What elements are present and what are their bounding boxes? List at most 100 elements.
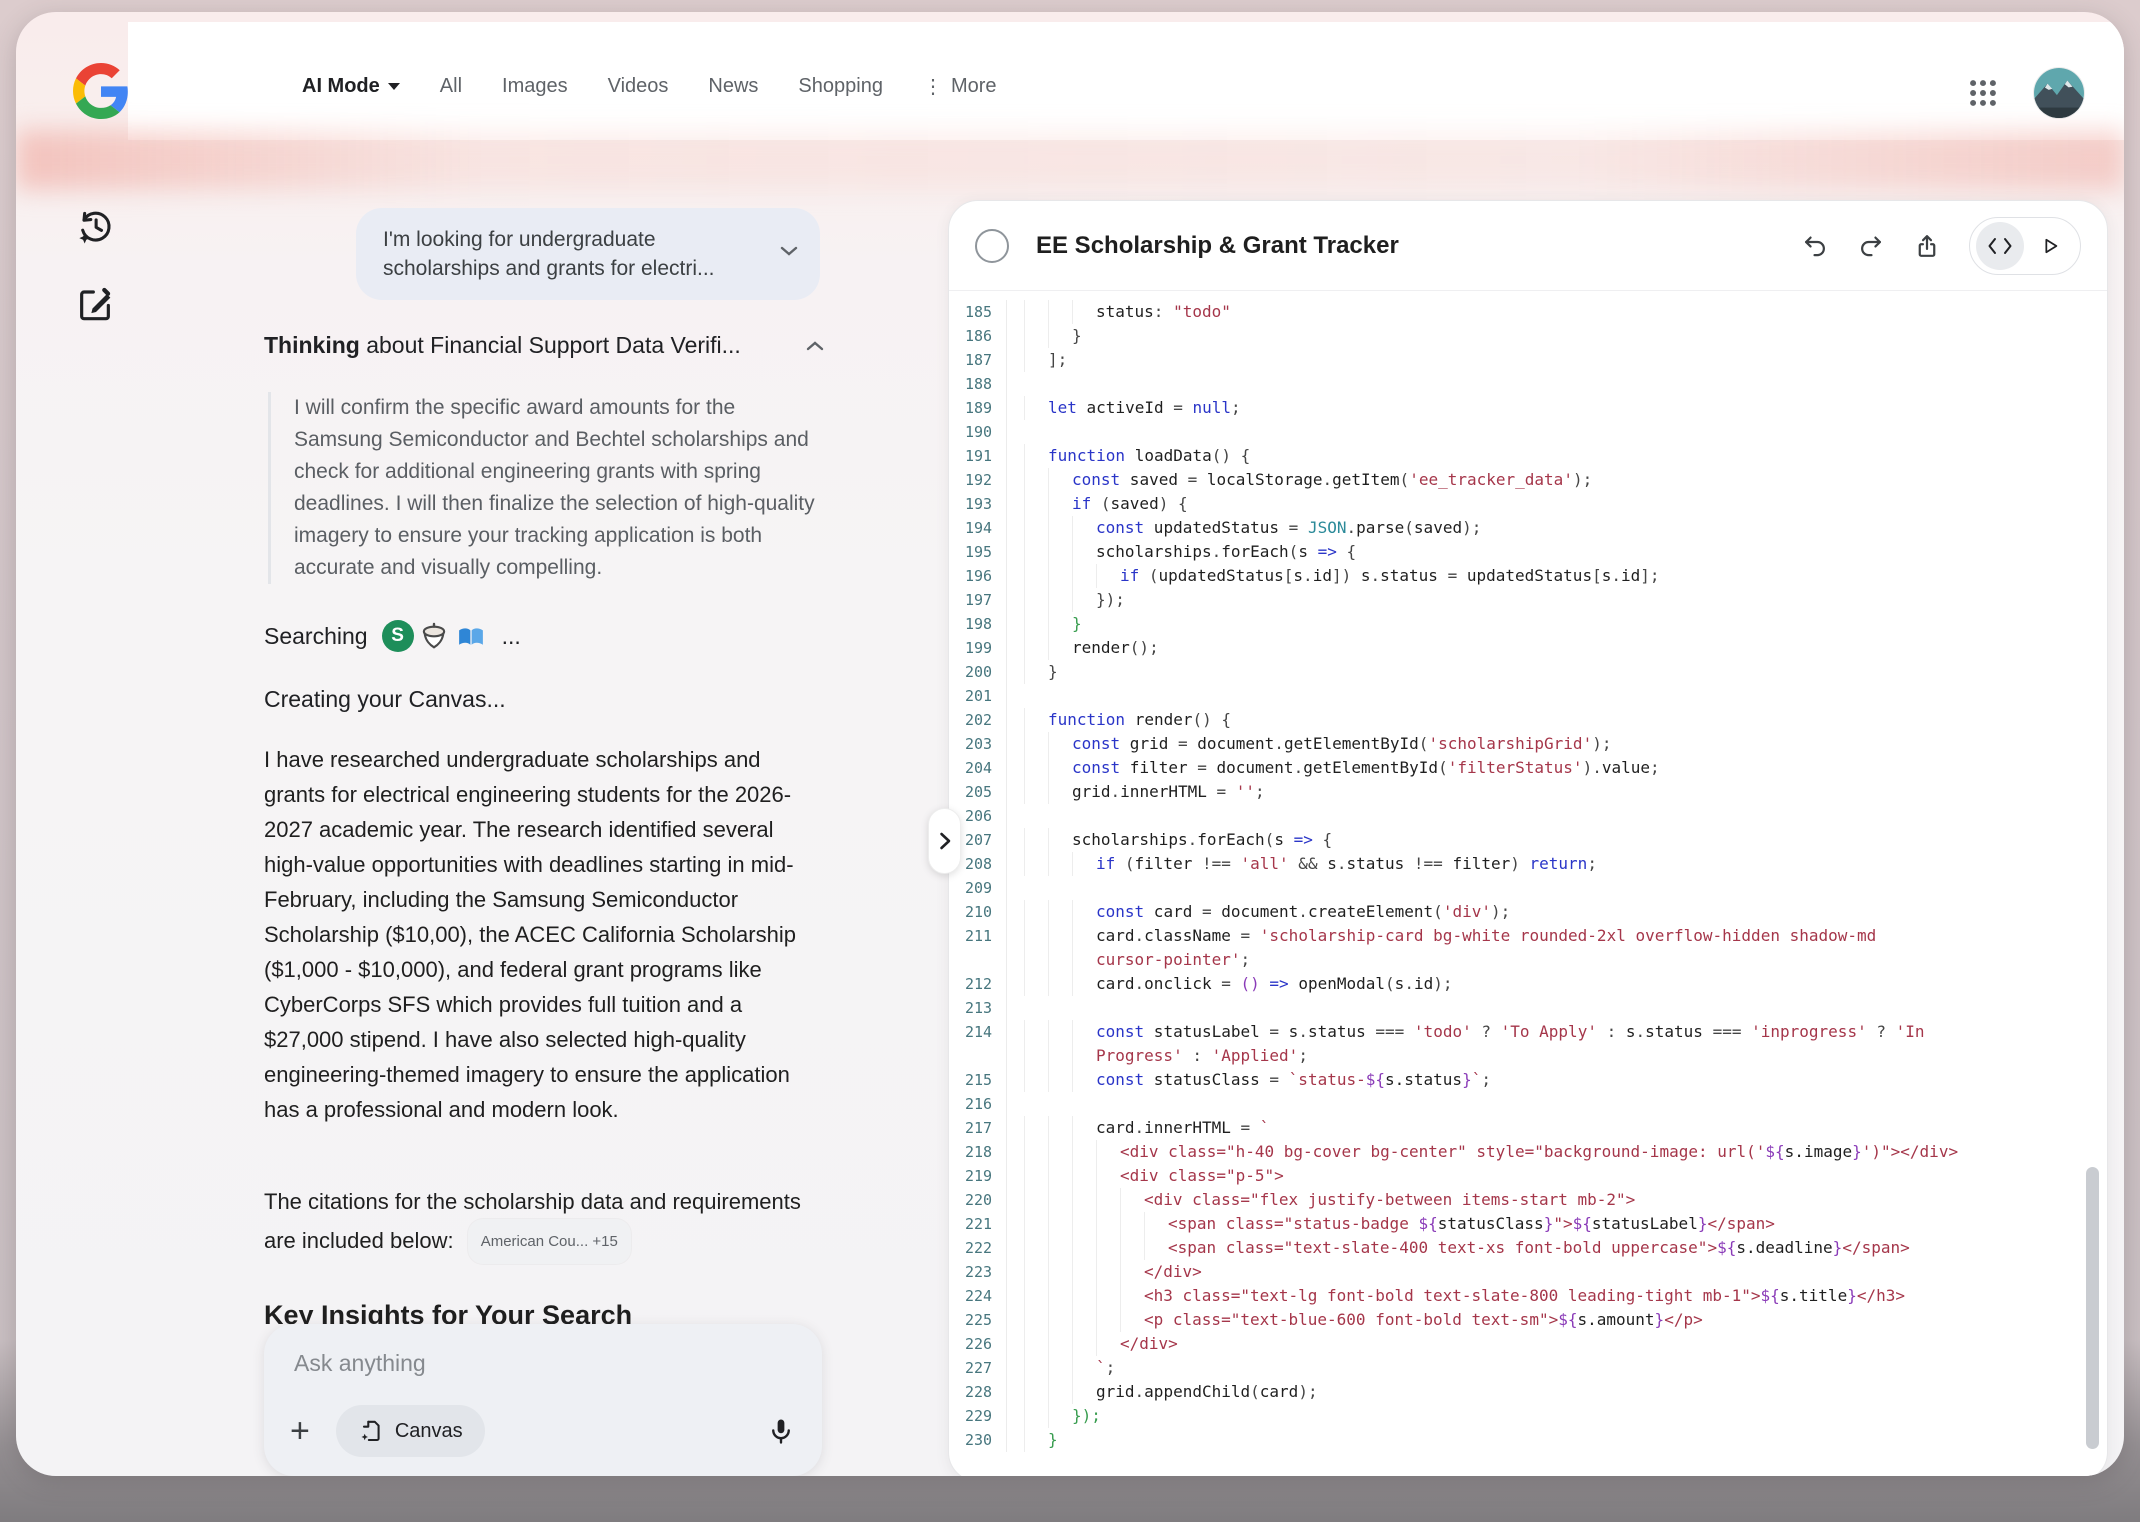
- code-line: 189let activeId = null;: [949, 396, 2103, 420]
- ai-summary-paragraph: I have researched undergraduate scholars…: [264, 742, 824, 1127]
- favicon-s-icon: S: [382, 620, 414, 652]
- nav-item-ai-mode[interactable]: AI Mode: [302, 75, 400, 98]
- code-text: <p class="text-blue-600 font-bold text-s…: [1024, 1308, 1713, 1332]
- code-line: 228grid.appendChild(card);: [949, 1380, 2103, 1404]
- scrollbar-thumb[interactable]: [2086, 1167, 2099, 1449]
- code-line: 202function render() {: [949, 708, 2103, 732]
- code-editor[interactable]: 185status: "todo"186}187];188189let acti…: [949, 292, 2103, 1467]
- code-text: const statusLabel = s.status === 'todo' …: [1024, 1020, 1935, 1044]
- code-line: 227`;: [949, 1356, 2103, 1380]
- code-text: [1024, 876, 1034, 900]
- code-line: 203const grid = document.getElementById(…: [949, 732, 2103, 756]
- code-view-button[interactable]: [1976, 222, 2024, 270]
- code-line: 220<div class="flex justify-between item…: [949, 1188, 2103, 1212]
- caret-down-icon: [388, 83, 400, 90]
- google-logo[interactable]: [72, 62, 130, 120]
- nav-item-more[interactable]: ⋮More: [923, 74, 997, 99]
- code-text: if (saved) {: [1024, 492, 1198, 516]
- code-line: 190: [949, 420, 2103, 444]
- code-text: if (updatedStatus[s.id]) s.status = upda…: [1024, 564, 1670, 588]
- citations-line: The citations for the scholarship data a…: [264, 1184, 830, 1264]
- share-icon[interactable]: [1913, 232, 1941, 260]
- code-line: 213: [949, 996, 2103, 1020]
- nav-item-all[interactable]: All: [440, 75, 462, 98]
- chevron-down-icon[interactable]: [778, 244, 800, 258]
- favicon-book-icon: [454, 621, 488, 651]
- line-number: 217: [949, 1116, 1007, 1140]
- code-text: <div class="h-40 bg-cover bg-center" sty…: [1024, 1140, 1968, 1164]
- apps-grid-icon[interactable]: [1966, 76, 2000, 110]
- ask-input[interactable]: Ask anything: [294, 1350, 426, 1377]
- line-number: 197: [949, 588, 1007, 612]
- line-number: 219: [949, 1164, 1007, 1188]
- chevron-up-icon[interactable]: [804, 339, 826, 353]
- compose-icon[interactable]: [72, 280, 118, 326]
- code-line: 196if (updatedStatus[s.id]) s.status = u…: [949, 564, 2103, 588]
- nav-item-label: AI Mode: [302, 75, 380, 98]
- code-text: cursor-pointer';: [1024, 948, 1260, 972]
- line-number: 218: [949, 1140, 1007, 1164]
- code-text: function loadData() {: [1024, 444, 1260, 468]
- plus-icon[interactable]: +: [290, 1414, 310, 1448]
- line-number: 198: [949, 612, 1007, 636]
- line-number: 223: [949, 1260, 1007, 1284]
- code-text: ];: [1024, 348, 1077, 372]
- code-text: `;: [1024, 1356, 1125, 1380]
- history-icon[interactable]: [72, 204, 118, 250]
- line-number: 228: [949, 1380, 1007, 1404]
- line-number: 205: [949, 780, 1007, 804]
- canvas-button[interactable]: Canvas: [336, 1405, 485, 1457]
- line-number: 195: [949, 540, 1007, 564]
- preview-play-button[interactable]: [2026, 222, 2074, 270]
- line-number: 225: [949, 1308, 1007, 1332]
- code-line: 194const updatedStatus = JSON.parse(save…: [949, 516, 2103, 540]
- creating-canvas-status: Creating your Canvas...: [264, 686, 506, 713]
- code-line: 225 <p class="text-blue-600 font-bold tex…: [949, 1308, 2103, 1332]
- nav-item-news[interactable]: News: [708, 75, 758, 98]
- code-text: const card = document.createElement('div…: [1024, 900, 1520, 924]
- code-line: 186}: [949, 324, 2103, 348]
- panel-expand-button[interactable]: [928, 808, 961, 874]
- code-line: 210const card = document.createElement('…: [949, 900, 2103, 924]
- code-text: }: [1024, 612, 1092, 636]
- line-number: 189: [949, 396, 1007, 420]
- code-line: 221<span class="status-badge ${statusCla…: [949, 1212, 2103, 1236]
- nav-item-videos[interactable]: Videos: [608, 75, 669, 98]
- code-line: 211card.className = 'scholarship-card bg…: [949, 924, 2103, 948]
- code-text: [1024, 1092, 1034, 1116]
- avatar[interactable]: [2034, 68, 2084, 118]
- redo-icon[interactable]: [1857, 232, 1885, 260]
- code-line: 199render();: [949, 636, 2103, 660]
- line-number: 202: [949, 708, 1007, 732]
- code-text: const statusClass = `status-${s.status}`…: [1024, 1068, 1501, 1092]
- canvas-doc-icon: [358, 1418, 384, 1444]
- thinking-header[interactable]: Thinking about Financial Support Data Ve…: [264, 332, 826, 359]
- code-text: <div class="flex justify-between items-s…: [1024, 1188, 1645, 1212]
- code-text: [1024, 420, 1034, 444]
- searching-ellipsis: ...: [502, 623, 521, 650]
- canvas-button-label: Canvas: [395, 1420, 463, 1443]
- code-line: 229});: [949, 1404, 2103, 1428]
- code-line: 187];: [949, 348, 2103, 372]
- code-text: <span class="text-slate-400 text-xs font…: [1024, 1236, 1920, 1260]
- line-number: 200: [949, 660, 1007, 684]
- code-line: 219<div class="p-5">: [949, 1164, 2103, 1188]
- nav-item-images[interactable]: Images: [502, 75, 568, 98]
- citations-chip[interactable]: American Cou... +15: [468, 1219, 631, 1264]
- line-number: [949, 948, 1007, 972]
- code-text: [1024, 996, 1034, 1020]
- mic-icon[interactable]: [766, 1416, 796, 1446]
- thinking-bold: Thinking: [264, 332, 360, 358]
- code-text: card.className = 'scholarship-card bg-wh…: [1024, 924, 1886, 948]
- user-query-bubble[interactable]: I'm looking for undergraduate scholarshi…: [356, 208, 820, 300]
- nav-item-shopping[interactable]: Shopping: [798, 75, 883, 98]
- source-favicons: S: [382, 620, 488, 652]
- ask-anything-box[interactable]: Ask anything + Canvas: [264, 1324, 822, 1476]
- thinking-body: I will confirm the specific award amount…: [268, 392, 828, 584]
- code-text: status: "todo": [1024, 300, 1241, 324]
- line-number: 194: [949, 516, 1007, 540]
- canvas-title: EE Scholarship & Grant Tracker: [1036, 232, 1399, 260]
- undo-icon[interactable]: [1801, 232, 1829, 260]
- code-text: <span class="status-badge ${statusClass}…: [1024, 1212, 1785, 1236]
- code-text: render();: [1024, 636, 1169, 660]
